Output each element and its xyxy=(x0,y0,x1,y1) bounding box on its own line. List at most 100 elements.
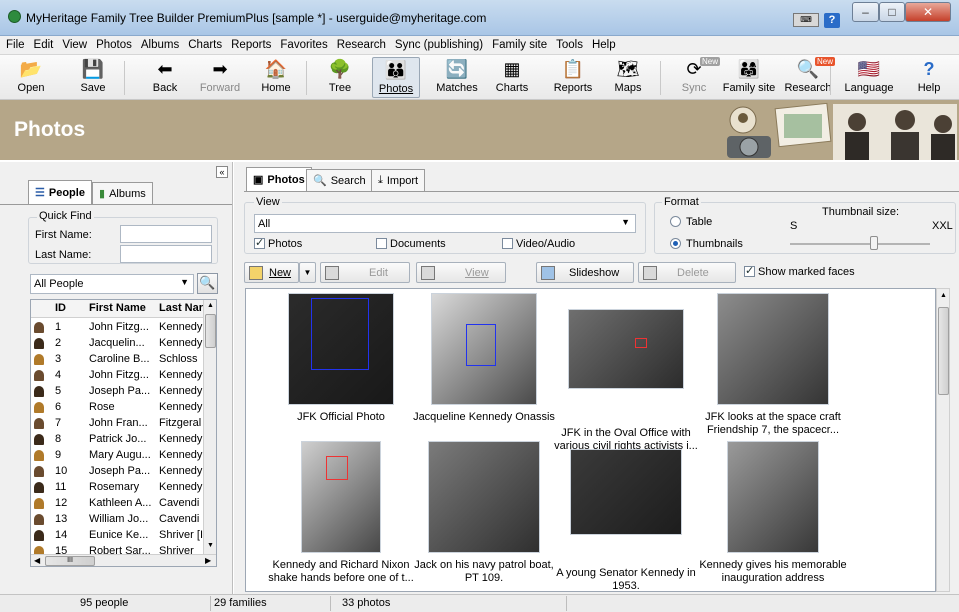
column-last-name[interactable]: Last Nar xyxy=(159,302,203,314)
menu-item-edit[interactable]: Edit xyxy=(34,39,54,51)
photo-item[interactable]: Jack on his navy patrol boat, PT 109. xyxy=(409,441,559,585)
menu-item-family-site[interactable]: Family site xyxy=(492,39,547,51)
help-question-icon[interactable]: ? xyxy=(824,13,840,28)
table-row[interactable]: 2 Jacquelin... Kennedy xyxy=(31,335,203,351)
edit-button[interactable]: Edit xyxy=(320,262,410,283)
photo-item[interactable]: JFK Official Photo xyxy=(266,293,416,424)
scroll-thumb[interactable] xyxy=(205,314,216,348)
menu-item-research[interactable]: Research xyxy=(337,39,386,51)
toolbar-tree-button[interactable]: 🌳 Tree xyxy=(320,57,360,98)
photo-thumbnail[interactable] xyxy=(301,441,381,553)
delete-button[interactable]: Delete xyxy=(638,262,736,283)
photos-checkbox[interactable] xyxy=(254,236,265,249)
toolbar-open-button[interactable]: 📂 Open xyxy=(8,57,54,98)
format-thumbnails-option[interactable]: Thumbnails xyxy=(670,238,743,250)
toolbar-photos-button[interactable]: 👪 Photos xyxy=(372,57,420,98)
face-marker[interactable] xyxy=(635,338,647,348)
table-row[interactable]: 10 Joseph Pa... Kennedy xyxy=(31,463,203,479)
video-audio-checkbox[interactable] xyxy=(502,238,513,249)
photo-item[interactable]: JFK looks at the space craft Friendship 7… xyxy=(698,293,848,437)
column-id[interactable]: ID xyxy=(55,302,66,314)
photo-thumbnail[interactable] xyxy=(570,449,682,535)
documents-checkbox[interactable] xyxy=(376,238,387,249)
toolbar-reports-button[interactable]: 📋 Reports xyxy=(546,57,600,98)
menu-item-photos[interactable]: Photos xyxy=(96,39,132,51)
toolbar-family-site-button[interactable]: 👨‍👩‍👧 Family site xyxy=(720,57,778,98)
filter-photos[interactable]: Photos xyxy=(254,236,302,250)
photo-thumbnail[interactable] xyxy=(288,293,394,405)
people-filter-select[interactable]: All People ▼ xyxy=(30,274,194,294)
view-select[interactable]: All ▼ xyxy=(254,214,636,233)
people-vscroll[interactable]: ▲ ▼ xyxy=(203,300,216,554)
filter-documents[interactable]: Documents xyxy=(376,238,446,250)
table-row[interactable]: 3 Caroline B... Schloss xyxy=(31,351,203,367)
last-name-input[interactable] xyxy=(120,245,212,263)
menu-item-view[interactable]: View xyxy=(62,39,87,51)
gallery-vscroll[interactable]: ▲ xyxy=(936,288,950,592)
photo-item[interactable]: Kennedy and Richard Nixon shake hands bef… xyxy=(266,441,416,585)
photo-thumbnail[interactable] xyxy=(431,293,537,405)
tab-photos[interactable]: ▣ Photos xyxy=(246,167,312,191)
slideshow-button[interactable]: Slideshow xyxy=(536,262,634,283)
table-row[interactable]: 7 John Fran... Fitzgeral xyxy=(31,415,203,431)
tab-import[interactable]: ⤓ Import xyxy=(371,169,426,191)
menu-item-sync-publishing[interactable]: Sync (publishing) xyxy=(395,39,483,51)
keyboard-icon[interactable]: ⌨ xyxy=(793,13,819,27)
photo-thumbnail[interactable] xyxy=(727,441,819,553)
gallery-scroll-thumb[interactable] xyxy=(938,307,949,395)
toolbar-charts-button[interactable]: ▦ Charts xyxy=(490,57,534,98)
photo-thumbnail[interactable] xyxy=(568,309,684,389)
toolbar-matches-button[interactable]: 🔄 Matches xyxy=(430,57,484,98)
people-hscroll[interactable]: ◀ III ▶ xyxy=(31,554,216,566)
scroll-left-icon[interactable]: ◀ xyxy=(34,556,40,565)
face-marker[interactable] xyxy=(311,298,369,370)
maximize-button[interactable]: □ xyxy=(879,2,905,22)
scroll-up-icon[interactable]: ▲ xyxy=(207,302,214,309)
new-button[interactable]: New xyxy=(244,262,299,283)
toolbar-maps-button[interactable]: 🗺 Maps xyxy=(606,57,650,98)
hscroll-thumb[interactable]: III xyxy=(45,556,95,566)
table-row[interactable]: 11 Rosemary Kennedy xyxy=(31,479,203,495)
table-row[interactable]: 6 Rose Kennedy xyxy=(31,399,203,415)
search-icon[interactable]: 🔍 xyxy=(197,273,218,294)
menu-item-tools[interactable]: Tools xyxy=(556,39,583,51)
first-name-input[interactable] xyxy=(120,225,212,243)
format-table-option[interactable]: Table xyxy=(670,216,712,228)
photo-thumbnail[interactable] xyxy=(717,293,829,405)
new-dropdown-button[interactable]: ▼ xyxy=(299,262,316,283)
toolbar-forward-button[interactable]: ➡ Forward xyxy=(196,57,244,98)
scroll-up-icon[interactable]: ▲ xyxy=(940,292,947,299)
menu-item-favorites[interactable]: Favorites xyxy=(280,39,327,51)
tab-search[interactable]: 🔍 Search xyxy=(306,169,373,191)
photo-item[interactable]: A young Senator Kennedy in 1953. xyxy=(551,441,701,591)
column-first-name[interactable]: First Name xyxy=(89,302,146,314)
table-row[interactable]: 12 Kathleen A... Cavendi xyxy=(31,495,203,511)
scroll-right-icon[interactable]: ▶ xyxy=(205,556,211,565)
photo-item[interactable]: JFK in the Oval Office with various civil… xyxy=(551,293,701,453)
toolbar-home-button[interactable]: 🏠 Home xyxy=(250,57,302,98)
table-row[interactable]: 13 William Jo... Cavendi xyxy=(31,511,203,527)
table-row[interactable]: 5 Joseph Pa... Kennedy xyxy=(31,383,203,399)
menu-item-albums[interactable]: Albums xyxy=(141,39,179,51)
toolbar-help-button[interactable]: ? Help xyxy=(910,57,948,98)
face-marker[interactable] xyxy=(466,324,496,366)
filter-video-audio[interactable]: Video/Audio xyxy=(502,238,575,250)
tab-albums[interactable]: ▮ Albums xyxy=(92,182,153,204)
photo-item[interactable]: Kennedy gives his memorable inauguration … xyxy=(698,441,848,585)
table-row[interactable]: 14 Eunice Ke... Shriver [I xyxy=(31,527,203,543)
scroll-down-icon[interactable]: ▼ xyxy=(207,542,214,549)
photo-thumbnail[interactable] xyxy=(428,441,540,553)
table-row[interactable]: 8 Patrick Jo... Kennedy xyxy=(31,431,203,447)
table-row[interactable]: 1 John Fitzg... Kennedy xyxy=(31,319,203,335)
menu-item-reports[interactable]: Reports xyxy=(231,39,271,51)
show-marked-faces[interactable]: Show marked faces xyxy=(744,264,855,278)
menu-item-file[interactable]: File xyxy=(6,39,25,51)
photo-item[interactable]: Jacqueline Kennedy Onassis xyxy=(409,293,559,424)
menu-item-help[interactable]: Help xyxy=(592,39,616,51)
thumbnails-radio[interactable] xyxy=(670,238,681,249)
table-row[interactable]: 9 Mary Augu... Kennedy xyxy=(31,447,203,463)
table-radio[interactable] xyxy=(670,216,681,227)
toolbar-back-button[interactable]: ⬅ Back xyxy=(142,57,188,98)
menu-item-charts[interactable]: Charts xyxy=(188,39,222,51)
face-marker[interactable] xyxy=(326,456,348,480)
